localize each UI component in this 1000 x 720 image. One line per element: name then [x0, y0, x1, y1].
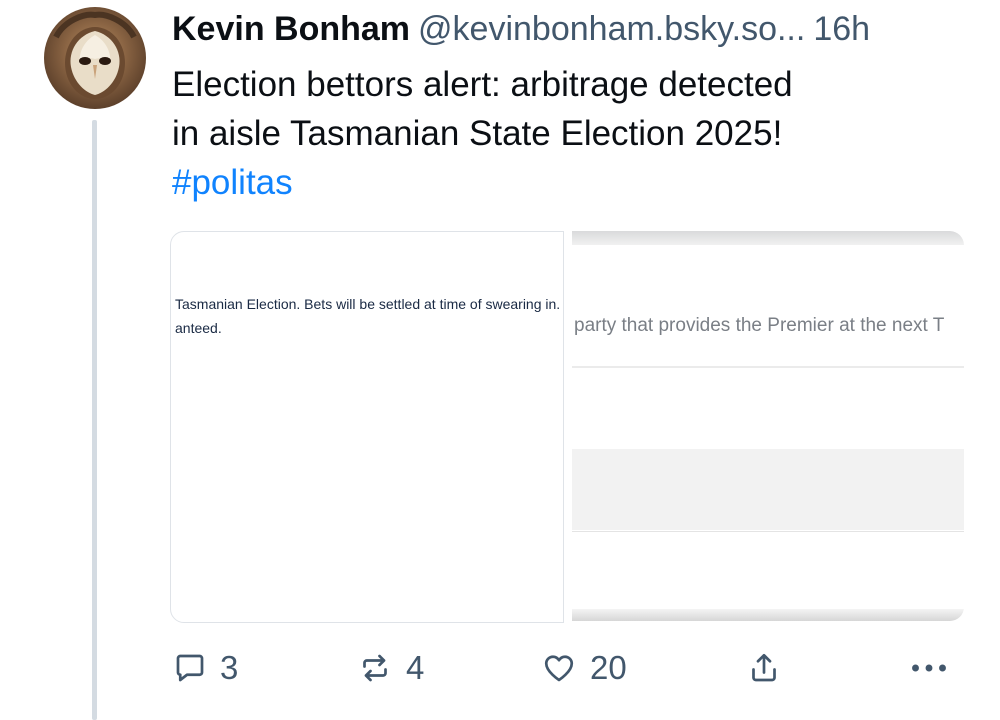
image-right-gray-band — [572, 449, 964, 530]
more-icon — [912, 664, 946, 672]
reply-count: 3 — [220, 649, 239, 686]
repost-icon — [363, 654, 387, 682]
author-name[interactable]: Kevin Bonham — [172, 10, 410, 48]
like-button[interactable]: 20 — [540, 641, 627, 695]
more-options-button[interactable] — [908, 641, 950, 695]
like-count: 20 — [590, 649, 627, 686]
thread-line — [92, 120, 97, 720]
hashtag-link[interactable]: #politas — [172, 158, 932, 207]
post-time[interactable]: 16h — [813, 10, 870, 48]
reply-icon — [176, 654, 204, 682]
share-icon — [752, 653, 776, 682]
post-header: Kevin Bonham @kevinbonham.bsky.so... 16h — [172, 6, 870, 52]
repost-count: 4 — [406, 649, 425, 686]
post-text: Election bettors alert: arbitrage detect… — [172, 60, 932, 207]
like-icon — [544, 655, 574, 682]
image-right-top-shadow — [572, 231, 964, 245]
reply-button[interactable]: 3 — [172, 641, 238, 695]
embedded-image-left[interactable]: Tasmanian Election. Bets will be settled… — [170, 231, 564, 623]
post-text-line-1: Election bettors alert: arbitrage detect… — [172, 65, 793, 104]
avatar[interactable] — [44, 7, 146, 109]
image-right-bottom-shadow — [572, 609, 964, 621]
author-handle[interactable]: @kevinbonham.bsky.so... — [418, 10, 805, 48]
image-left-text-line-1: Tasmanian Election. Bets will be settled… — [175, 296, 561, 312]
share-button[interactable] — [746, 641, 782, 695]
image-left-text-line-2: anteed. — [175, 320, 222, 336]
embedded-image-right[interactable]: party that provides the Premier at the n… — [572, 231, 964, 621]
owl-avatar-image — [53, 11, 137, 99]
post-text-line-2: in aisle Tasmanian State Election 2025! — [172, 114, 783, 153]
image-right-divider — [572, 366, 964, 368]
image-right-text: party that provides the Premier at the n… — [574, 315, 945, 336]
repost-button[interactable]: 4 — [356, 641, 424, 695]
image-right-divider-2 — [572, 531, 964, 532]
